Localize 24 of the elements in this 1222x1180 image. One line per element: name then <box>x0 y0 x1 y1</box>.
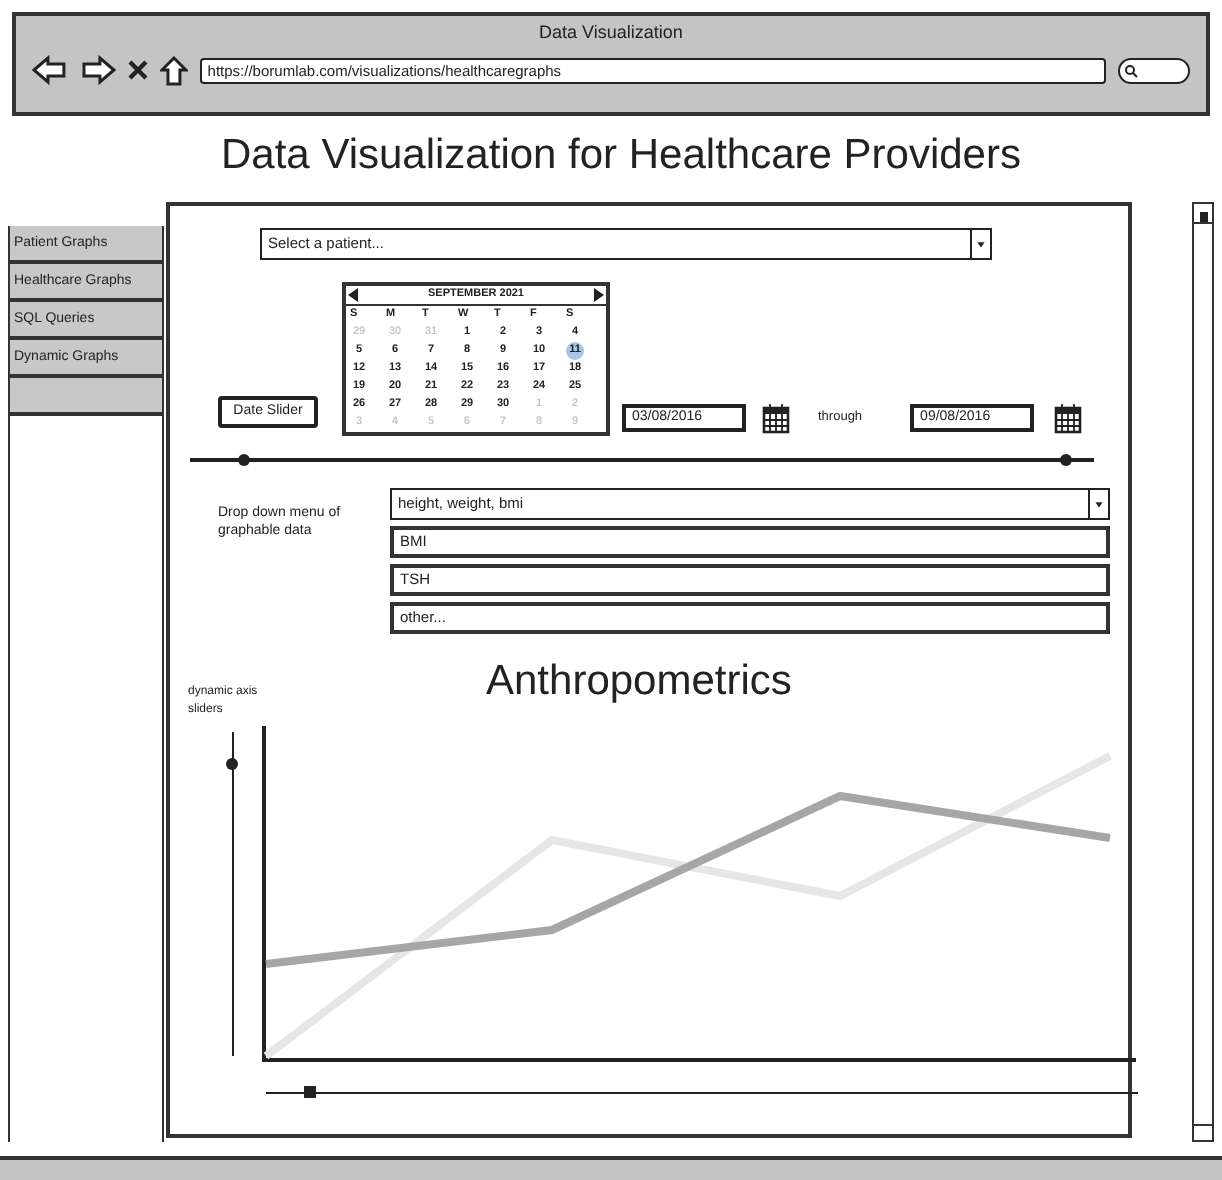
search-field[interactable] <box>1118 57 1191 83</box>
dropdown-arrow-icon <box>1088 490 1108 518</box>
forward-icon[interactable] <box>79 54 116 86</box>
scrollbar[interactable] <box>1192 202 1214 1142</box>
close-icon[interactable] <box>127 60 148 80</box>
slider-thumb[interactable] <box>238 454 251 466</box>
next-month-icon[interactable] <box>594 288 604 302</box>
vertical-axis-slider[interactable] <box>226 732 238 1056</box>
home-icon[interactable] <box>159 55 188 85</box>
calendar-icon[interactable] <box>1054 402 1083 434</box>
chart-title: Anthropometrics <box>486 660 792 702</box>
previous-month-icon[interactable] <box>348 288 358 302</box>
slider-thumb[interactable] <box>226 758 238 771</box>
sidebar-tab[interactable] <box>10 378 162 416</box>
slider-thumb[interactable] <box>303 1086 316 1098</box>
date-range-slider[interactable] <box>190 454 1094 466</box>
slider-thumb[interactable] <box>1060 454 1073 466</box>
horizontal-axis-slider[interactable] <box>266 1086 1138 1098</box>
window-title: Data Visualization <box>537 20 685 42</box>
dropdown-arrow-icon <box>970 230 990 258</box>
page-title: Data Visualization for Healthcare Providers <box>219 134 1023 176</box>
calendar-icon[interactable] <box>762 402 790 434</box>
back-icon[interactable] <box>32 54 68 86</box>
search-icon <box>1124 63 1139 77</box>
